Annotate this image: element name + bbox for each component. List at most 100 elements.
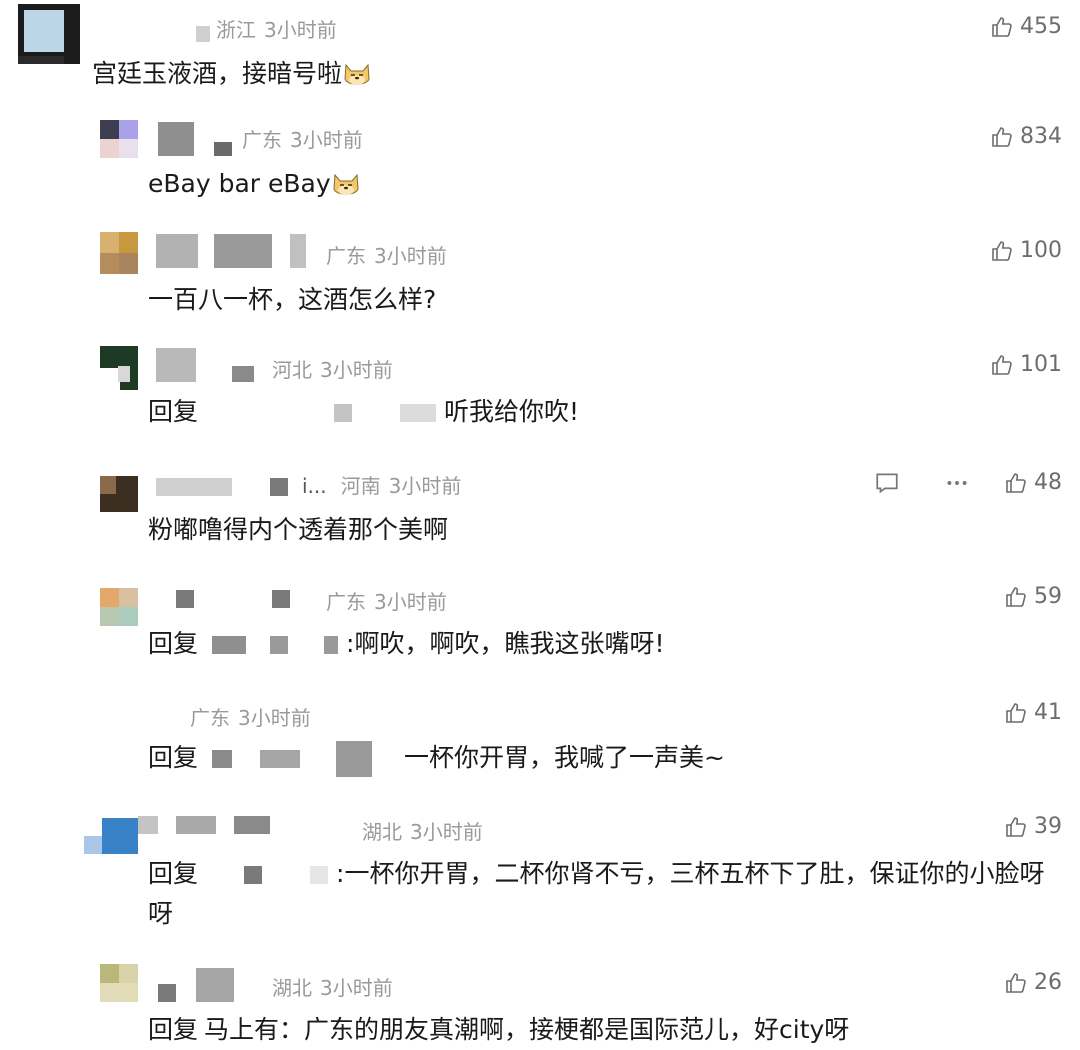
reply-target-name[interactable]	[324, 636, 339, 654]
username-suffix[interactable]: i...	[302, 474, 327, 498]
timestamp: 3小时前	[320, 976, 393, 1000]
timestamp: 3小时前	[388, 474, 462, 498]
comment-meta: 广东 3小时前	[190, 702, 311, 731]
reply-target-name[interactable]	[260, 750, 301, 768]
comment-actions	[874, 470, 970, 502]
reply-target-name[interactable]	[336, 741, 373, 777]
avatar[interactable]	[100, 120, 138, 158]
avatar[interactable]	[84, 814, 138, 854]
reply-target-name[interactable]	[334, 404, 353, 422]
comment-meta: 广东 3小时前	[326, 586, 447, 615]
like-button[interactable]: 48	[1004, 470, 1062, 495]
avatar[interactable]	[100, 964, 138, 1002]
thumbs-up-icon	[1006, 816, 1026, 837]
region-label: 湖北	[272, 976, 312, 1000]
reply-target-name[interactable]	[400, 404, 437, 422]
reply-target-name[interactable]	[212, 750, 233, 768]
like-button[interactable]: 59	[1004, 584, 1062, 609]
comment-meta: 河北 3小时前	[272, 354, 393, 383]
avatar[interactable]	[100, 588, 138, 626]
username[interactable]	[138, 816, 158, 834]
like-count: 26	[1034, 970, 1062, 995]
like-button[interactable]: 39	[1004, 814, 1062, 839]
like-count: 101	[1020, 352, 1062, 377]
like-count: 59	[1034, 584, 1062, 609]
username[interactable]	[234, 816, 270, 834]
timestamp: 3小时前	[374, 590, 447, 614]
reply-label: 回复	[148, 859, 199, 888]
username[interactable]	[196, 26, 210, 42]
avatar[interactable]	[18, 4, 80, 64]
username[interactable]	[270, 478, 288, 496]
thumbs-up-icon	[1006, 702, 1026, 723]
username[interactable]	[232, 366, 254, 382]
username[interactable]	[214, 234, 272, 268]
comment-text: 回复:一杯你开胃，二杯你肾不亏，三杯五杯下了肚，保证你的小脸呀呀	[148, 859, 1045, 928]
timestamp: 3小时前	[410, 820, 483, 844]
comment-meta: 浙江 3小时前	[216, 14, 337, 43]
comment-text: 一百八一杯，这酒怎么样?	[148, 285, 437, 314]
username[interactable]	[272, 590, 290, 608]
like-button[interactable]: 26	[1004, 970, 1062, 995]
thumbs-up-icon	[1006, 586, 1026, 607]
more-button[interactable]	[944, 470, 970, 502]
comment-text: 回复 马上有：广东的朋友真潮啊，接梗都是国际范儿，好city呀	[148, 1015, 850, 1044]
like-button[interactable]: 101	[990, 352, 1062, 377]
reply-target-name[interactable]	[310, 866, 329, 884]
thumbs-up-icon	[992, 354, 1012, 375]
like-button[interactable]: 100	[990, 238, 1062, 263]
username[interactable]	[158, 122, 194, 156]
like-button[interactable]: 41	[1004, 700, 1062, 725]
comment-text: 粉嘟噜得内个透着那个美啊	[148, 515, 449, 544]
reply-label: 回复	[148, 629, 199, 658]
reply-label: 回复	[148, 743, 199, 772]
reply-target-name[interactable]	[244, 866, 263, 884]
thumbs-up-icon	[992, 240, 1012, 261]
doge-emoji-icon	[331, 171, 361, 199]
avatar[interactable]	[100, 232, 138, 274]
timestamp: 3小时前	[374, 244, 447, 268]
comment-meta: 湖北 3小时前	[272, 972, 393, 1001]
username[interactable]	[156, 348, 196, 382]
thumbs-up-icon	[1006, 972, 1026, 993]
username[interactable]	[158, 984, 176, 1002]
username[interactable]	[214, 142, 232, 156]
reply-target-name[interactable]	[270, 636, 289, 654]
timestamp: 3小时前	[238, 706, 311, 730]
like-button[interactable]: 834	[990, 124, 1062, 149]
reply-button[interactable]	[874, 470, 900, 502]
timestamp: 3小时前	[290, 128, 363, 152]
like-button[interactable]: 455	[990, 14, 1062, 39]
like-count: 834	[1020, 124, 1062, 149]
region-label: 浙江	[216, 18, 256, 42]
username[interactable]	[156, 234, 198, 268]
username[interactable]	[290, 234, 306, 268]
comment-meta: i... 河南 3小时前	[302, 470, 461, 499]
username[interactable]	[156, 478, 232, 496]
region-label: 河南	[340, 474, 381, 498]
comment-meta: 湖北 3小时前	[362, 816, 483, 845]
avatar[interactable]	[100, 476, 138, 512]
more-dots-icon	[947, 481, 967, 485]
thumbs-up-icon	[1006, 472, 1026, 493]
comment-text: 宫廷玉液酒，接暗号啦	[92, 54, 372, 94]
username[interactable]	[176, 590, 194, 608]
username[interactable]	[176, 816, 216, 834]
username[interactable]	[196, 968, 234, 1002]
comment-meta: 广东 3小时前	[326, 240, 447, 269]
thumbs-up-icon	[992, 126, 1012, 147]
reply-target-name[interactable]	[212, 636, 247, 654]
region-label: 广东	[190, 706, 230, 730]
region-label: 广东	[242, 128, 282, 152]
region-label: 河北	[272, 358, 312, 382]
thumbs-up-icon	[992, 16, 1012, 37]
comment-meta: 广东 3小时前	[242, 124, 363, 153]
like-count: 39	[1034, 814, 1062, 839]
avatar[interactable]	[100, 346, 138, 390]
comment-text: eBay bar eBay	[148, 164, 361, 204]
region-label: 广东	[326, 590, 366, 614]
comment-text: 回复 一杯你开胃，我喊了一声美~	[148, 738, 725, 778]
region-label: 湖北	[362, 820, 402, 844]
doge-emoji-icon	[342, 61, 372, 89]
comment-text: 回复:啊吹，啊吹，瞧我这张嘴呀!	[148, 629, 665, 658]
